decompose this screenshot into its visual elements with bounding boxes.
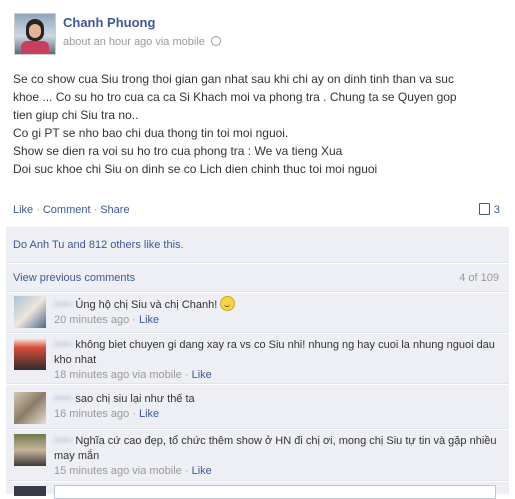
commenter-name[interactable]: ····· xyxy=(54,435,72,447)
commenter-avatar[interactable] xyxy=(14,296,46,328)
divider xyxy=(6,332,509,334)
author-name[interactable]: Chanh Phuong xyxy=(63,15,155,30)
post-actions: Like · Comment · Share xyxy=(13,204,130,216)
viewer-avatar xyxy=(14,486,46,496)
comment-meta: 16 minutes ago · Like xyxy=(54,408,160,420)
post-message: Se co show cua Siu trong thoi gian gan n… xyxy=(13,70,503,178)
message-line: Co gi PT se nho bao chi dua thong tin to… xyxy=(13,126,289,140)
comment-time[interactable]: 18 minutes ago xyxy=(54,369,129,381)
comment-like-link[interactable]: Like xyxy=(192,369,212,381)
comment-time[interactable]: 15 minutes ago xyxy=(54,465,129,477)
message-line: Se co show cua Siu trong thoi gian gan n… xyxy=(13,72,454,86)
comment-body: ····· Nghĩa cứ cao đẹp, tổ chức thêm sho… xyxy=(54,434,499,479)
share-count-value: 3 xyxy=(493,204,500,216)
share-count[interactable]: 3 xyxy=(478,203,500,216)
comment-pager: 4 of 109 xyxy=(459,272,499,284)
divider xyxy=(6,480,509,482)
comment-text: không biet chuyen gi dang xay ra vs co S… xyxy=(54,339,495,366)
comment-time[interactable]: 16 minutes ago xyxy=(54,408,129,420)
message-line: Show se dien ra voi su ho tro cua phong … xyxy=(13,144,343,158)
commenter-name[interactable]: ····· xyxy=(54,339,72,351)
commenter-avatar[interactable] xyxy=(14,434,46,466)
comment-text: sao chị siu lại như thế ta xyxy=(75,393,195,405)
comment-via: via mobile xyxy=(132,369,182,381)
divider xyxy=(6,428,509,430)
feedback-section: Do Anh Tu and 812 others like this. View… xyxy=(6,227,509,499)
comment-text: Ủng hộ chị Siu và chị Chanh! xyxy=(75,299,218,311)
commenter-avatar[interactable] xyxy=(14,338,46,370)
story: Chanh Phuong about an hour ago via mobil… xyxy=(0,0,515,499)
comment-via: via mobile xyxy=(132,465,182,477)
likes-sentence[interactable]: Do Anh Tu and 812 others like this. xyxy=(13,239,184,251)
comment-input[interactable] xyxy=(54,485,496,499)
comment-meta: 20 minutes ago · Like xyxy=(54,314,160,326)
post-meta: about an hour ago via mobile xyxy=(63,36,221,48)
divider xyxy=(6,383,509,385)
comment-body: ····· sao chị siu lại như thế ta 16 minu… xyxy=(54,392,499,422)
separator: · xyxy=(93,204,98,216)
like-link[interactable]: Like xyxy=(13,204,33,216)
commenter-name[interactable]: ····· xyxy=(54,299,72,311)
comment-body: ····· Ủng hộ chị Siu và chị Chanh! 20 mi… xyxy=(54,296,499,328)
share-link[interactable]: Share xyxy=(100,204,129,216)
comment-like-link[interactable]: Like xyxy=(192,465,212,477)
message-line: tien giup chi Siu tra no.. xyxy=(13,108,139,122)
comment-link[interactable]: Comment xyxy=(43,204,91,216)
divider xyxy=(6,262,509,264)
comment-text: Nghĩa cứ cao đẹp, tổ chức thêm show ở HN… xyxy=(54,435,497,462)
smiley-icon xyxy=(220,296,236,311)
comment-like-link[interactable]: Like xyxy=(139,408,159,420)
share-count-icon xyxy=(478,203,490,215)
comment-meta: 18 minutes ago via mobile · Like xyxy=(54,369,212,381)
author-avatar[interactable] xyxy=(14,13,56,55)
message-line: Doi suc khoe chi Siu on dinh se co Lich … xyxy=(13,162,378,176)
commenter-name[interactable]: ····· xyxy=(54,393,72,405)
comment-like-link[interactable]: Like xyxy=(139,314,159,326)
globe-icon[interactable] xyxy=(210,36,221,46)
post-timestamp[interactable]: about an hour ago via mobile xyxy=(63,36,205,48)
divider xyxy=(6,291,509,293)
separator: · xyxy=(36,204,40,216)
comment-time[interactable]: 20 minutes ago xyxy=(54,314,129,326)
commenter-avatar[interactable] xyxy=(14,392,46,424)
comment-body: ····· không biet chuyen gi dang xay ra v… xyxy=(54,338,499,383)
comment-meta: 15 minutes ago via mobile · Like xyxy=(54,465,212,477)
view-previous-comments[interactable]: View previous comments xyxy=(13,272,135,284)
message-line: khoe ... Co su ho tro cua ca ca Si Khach… xyxy=(13,90,457,104)
